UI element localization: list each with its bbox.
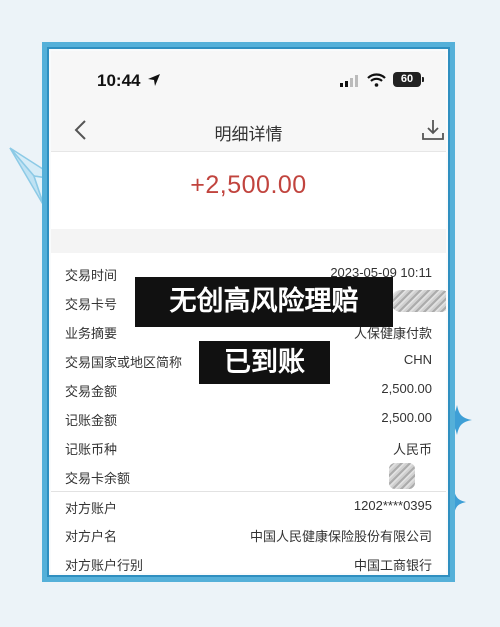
battery-cap xyxy=(422,77,424,82)
location-arrow-icon xyxy=(148,74,160,86)
transaction-amount: +2,500.00 xyxy=(190,171,307,199)
detail-value: 1202****0395 xyxy=(353,498,432,513)
overlay-banner-subline: 已到账 xyxy=(199,341,330,384)
detail-value: CHN xyxy=(403,352,432,367)
detail-row-counterparty-bank: 对方账户行别 中国工商银行 xyxy=(51,549,446,573)
detail-label: 交易时间 xyxy=(65,269,118,284)
detail-value: 人民币 xyxy=(392,442,432,457)
status-time: 10:44 xyxy=(97,71,141,90)
detail-label: 对方账户行别 xyxy=(65,559,144,573)
navigation-bar: 明细详情 xyxy=(51,111,446,152)
detail-label: 交易卡余额 xyxy=(65,472,131,487)
detail-value: 2,500.00 xyxy=(381,410,432,425)
detail-label: 对方账户 xyxy=(65,502,118,517)
detail-label: 交易国家或地区简称 xyxy=(65,356,183,371)
signal-icon xyxy=(340,75,358,87)
redaction-blur xyxy=(391,290,446,312)
detail-row-counterparty-account: 对方账户 1202****0395 xyxy=(51,491,446,521)
detail-label: 对方户名 xyxy=(65,530,118,545)
redaction-blur xyxy=(389,463,415,489)
detail-value: 中国工商银行 xyxy=(353,558,432,573)
detail-row-currency: 记账币种 人民币 xyxy=(51,433,446,462)
detail-label: 记账币种 xyxy=(65,443,118,458)
overlay-banner-headline: 无创高风险理赔 xyxy=(135,277,393,327)
battery-icon: 60 xyxy=(393,72,421,87)
wifi-icon xyxy=(367,73,386,87)
detail-row-card-balance: 交易卡余额 xyxy=(51,462,446,491)
status-bar: 10:44 60 xyxy=(51,51,446,111)
section-divider xyxy=(51,229,446,253)
detail-row-posted-amount: 记账金额 2,500.00 xyxy=(51,404,446,433)
detail-label: 业务摘要 xyxy=(65,327,118,342)
page-title: 明细详情 xyxy=(214,125,283,145)
detail-label: 交易金额 xyxy=(65,385,118,400)
detail-value: 中国人民健康保险股份有限公司 xyxy=(249,529,432,544)
detail-row-counterparty-name: 对方户名 中国人民健康保险股份有限公司 xyxy=(51,520,446,549)
detail-label: 记账金额 xyxy=(65,414,118,429)
detail-value: 2,500.00 xyxy=(381,381,432,396)
download-icon[interactable] xyxy=(421,118,445,142)
detail-label: 交易卡号 xyxy=(65,298,118,313)
